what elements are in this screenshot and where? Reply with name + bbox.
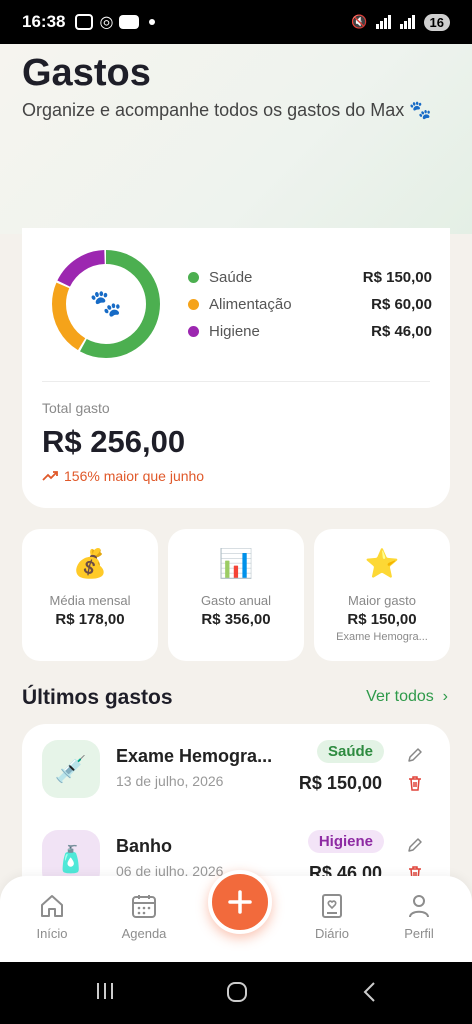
nav-item-agenda[interactable]: Agenda <box>109 892 179 941</box>
expense-name: Exame Hemogra... <box>116 746 273 766</box>
syringe-icon: 💉 <box>42 740 100 798</box>
alimentacao-dot-icon <box>188 299 199 310</box>
legend-item-saude: Saúde R$ 150,00 <box>188 264 432 291</box>
expense-date: 13 de julho, 2026 <box>116 773 224 789</box>
status-bar: 16:38 ◎ 🔇 16 <box>0 0 472 44</box>
screenshot-icon <box>75 14 94 30</box>
system-navigation-bar <box>0 962 472 1024</box>
page-subtitle: Organize e acompanhe todos os gastos do … <box>22 100 432 120</box>
nav-item-diario[interactable]: Diário <box>297 892 367 941</box>
stat-card-media-mensal: 💰 Média mensal R$ 178,00 <box>22 529 158 661</box>
mute-icon: 🔇 <box>351 14 368 29</box>
expense-name: Banho <box>116 836 172 856</box>
trash-icon[interactable] <box>406 774 424 792</box>
page-title: Gastos <box>22 52 151 94</box>
edit-icon[interactable] <box>406 746 424 764</box>
paw-icon: 🐾 <box>90 288 122 318</box>
stat-card-gasto-anual: 📊 Gasto anual R$ 356,00 <box>168 529 304 661</box>
total-value: R$ 256,00 <box>42 424 186 459</box>
saude-dot-icon <box>188 272 199 283</box>
stat-card-maior-gasto: ⭐ Maior gasto R$ 150,00 Exame Hemogra... <box>314 529 450 661</box>
category-legend: Saúde R$ 150,00 Alimentação R$ 60,00 Hig… <box>188 264 432 345</box>
back-icon[interactable] <box>360 980 380 1004</box>
recent-apps-icon[interactable] <box>94 980 116 1002</box>
profile-icon <box>409 895 429 918</box>
edit-icon[interactable] <box>406 836 424 854</box>
whatsapp-icon: ◎ <box>99 14 114 31</box>
category-donut-chart: 🐾 <box>52 250 160 358</box>
battery-indicator: 16 <box>423 13 450 31</box>
page-header: Gastos Organize e acompanhe todos os gas… <box>0 44 472 234</box>
star-icon: ⭐ <box>364 548 400 579</box>
category-badge: Saúde <box>316 740 384 763</box>
notification-dot-icon <box>149 19 156 25</box>
total-label: Total gasto <box>42 400 110 416</box>
youtube-icon <box>119 15 140 29</box>
add-expense-button[interactable] <box>208 870 272 934</box>
nav-item-inicio[interactable]: Início <box>17 892 87 941</box>
home-button-icon[interactable] <box>225 980 249 1004</box>
diary-icon <box>322 894 342 918</box>
trend-indicator: 156% maior que junho <box>42 468 204 484</box>
trending-up-icon <box>42 471 58 481</box>
expense-amount: R$ 150,00 <box>298 773 382 793</box>
legend-item-alimentacao: Alimentação R$ 60,00 <box>188 291 432 318</box>
expense-summary-card: 🐾 Saúde R$ 150,00 Alimentação R$ 60,00 H… <box>22 228 450 508</box>
legend-item-higiene: Higiene R$ 46,00 <box>188 318 432 345</box>
paw-icon: 🐾 <box>409 100 432 120</box>
status-time: 16:38 <box>22 12 66 31</box>
plus-icon <box>228 890 252 914</box>
home-icon <box>41 895 63 917</box>
see-all-link[interactable]: Ver todos › <box>366 688 448 706</box>
money-bag-icon: 💰 <box>72 548 108 579</box>
wifi-icon <box>375 15 392 29</box>
chevron-right-icon: › <box>438 688 448 705</box>
recent-expenses-title: Últimos gastos <box>22 686 173 709</box>
bar-chart-icon: 📊 <box>218 548 254 579</box>
expense-item[interactable]: 💉 Exame Hemogra... 13 de julho, 2026 Saú… <box>22 724 450 814</box>
signal-icon <box>399 15 416 29</box>
category-badge: Higiene <box>307 830 384 853</box>
summary-divider <box>42 381 430 382</box>
nav-item-perfil[interactable]: Perfil <box>384 892 454 941</box>
higiene-dot-icon <box>188 326 199 337</box>
calendar-icon <box>132 895 156 918</box>
